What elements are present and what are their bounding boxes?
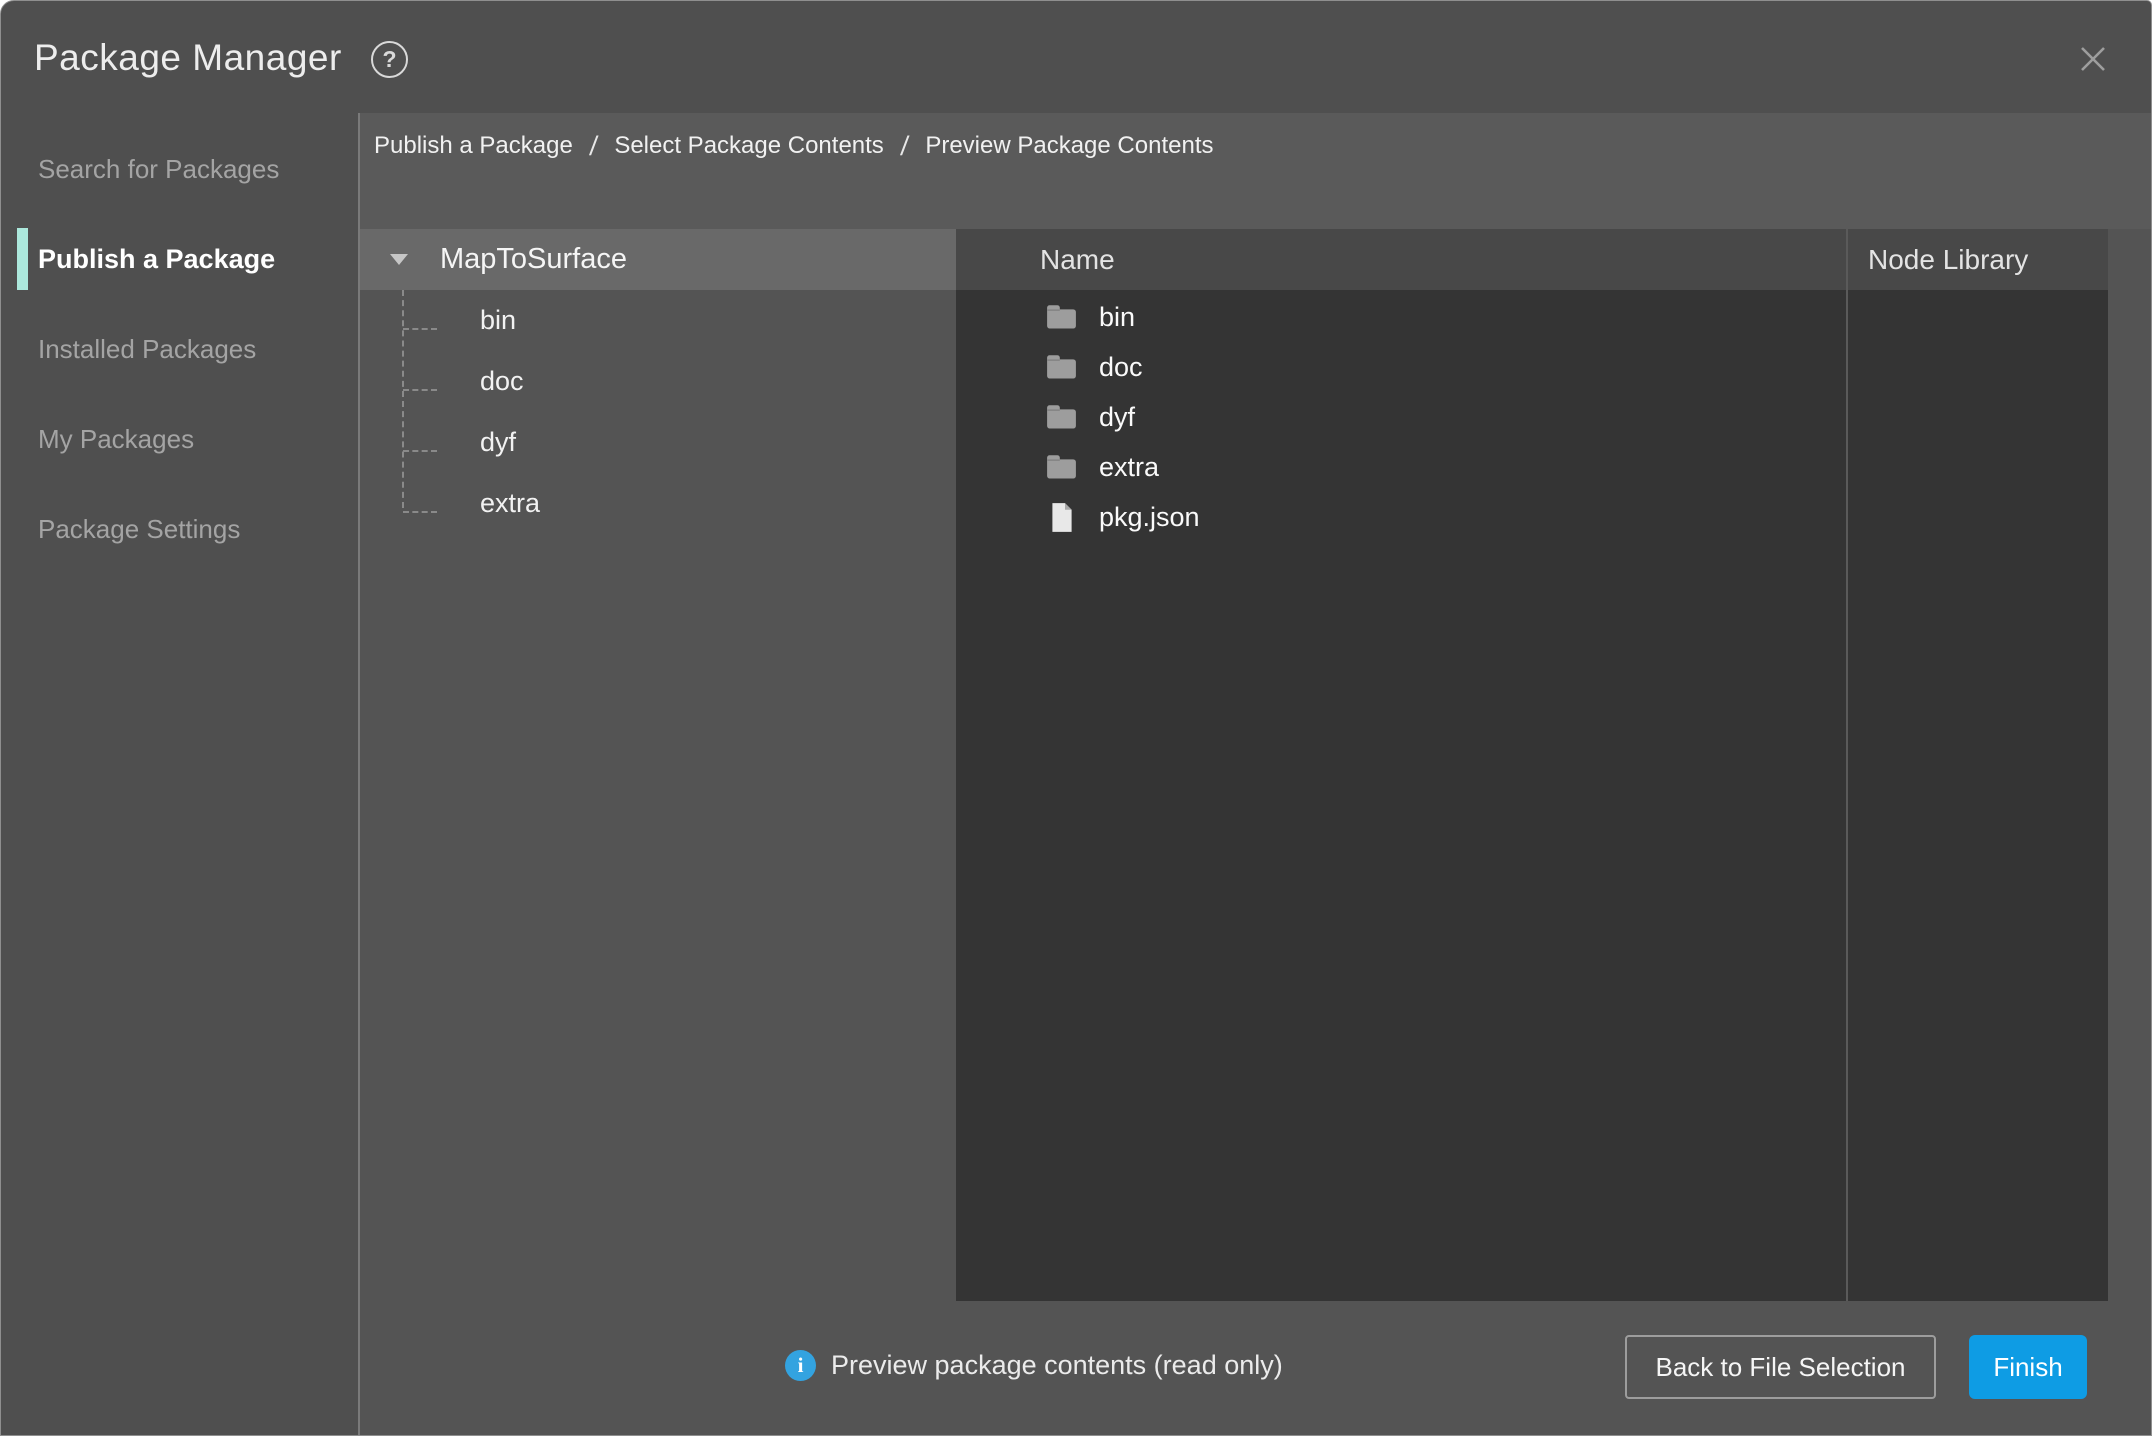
sidebar-item-label: Publish a Package	[38, 244, 275, 275]
file-name: extra	[1099, 452, 1159, 483]
file-name: pkg.json	[1099, 502, 1200, 533]
tree-guide-stub	[403, 450, 437, 452]
tree-root-label: MapToSurface	[440, 243, 627, 276]
footer-note: i Preview package contents (read only)	[785, 1350, 1283, 1381]
folder-icon	[1047, 355, 1076, 379]
sidebar-item-search-for-packages[interactable]: Search for Packages	[1, 124, 358, 214]
sidebar-item-label: Package Settings	[38, 514, 240, 545]
breadcrumb-preview-package-contents[interactable]: Preview Package Contents	[925, 126, 1213, 166]
table-row[interactable]: bin	[956, 292, 2108, 342]
table-header: Name Node Library	[956, 229, 2108, 290]
breadcrumb-bar: Publish a Package / Select Package Conte…	[360, 113, 2151, 229]
breadcrumb-select-package-contents[interactable]: Select Package Contents	[614, 126, 884, 166]
tree-item-label: bin	[480, 305, 516, 336]
tree-item-label: extra	[480, 488, 540, 519]
file-name: dyf	[1099, 402, 1135, 433]
contents-table: Name Node Library bin	[956, 229, 2108, 1301]
tree-item-dyf[interactable]: dyf	[360, 412, 956, 473]
active-accent-bar	[17, 228, 28, 290]
tree-guide-stub	[403, 511, 437, 513]
sidebar-item-publish-a-package[interactable]: Publish a Package	[1, 214, 358, 304]
file-name: bin	[1099, 302, 1135, 333]
tree-item-label: dyf	[480, 427, 516, 458]
file-name: doc	[1099, 352, 1143, 383]
content-panel: Publish a Package / Select Package Conte…	[360, 113, 2151, 1435]
sidebar-item-label: Installed Packages	[38, 334, 256, 365]
column-divider	[1846, 229, 1848, 1301]
info-icon: i	[785, 1350, 816, 1381]
breadcrumb-publish-a-package[interactable]: Publish a Package	[374, 126, 573, 166]
table-row[interactable]: dyf	[956, 392, 2108, 442]
tree-children: bin doc dyf extra	[360, 290, 956, 534]
sidebar: Search for Packages Publish a Package In…	[1, 124, 358, 574]
package-manager-window: Package Manager ? Search for Packages Pu…	[0, 0, 2152, 1436]
breadcrumb: Publish a Package / Select Package Conte…	[374, 126, 1213, 166]
file-icon	[1047, 503, 1076, 532]
sidebar-item-label: My Packages	[38, 424, 194, 455]
folder-icon	[1047, 455, 1076, 479]
folder-icon	[1047, 405, 1076, 429]
table-row[interactable]: extra	[956, 442, 2108, 492]
tree-item-doc[interactable]: doc	[360, 351, 956, 412]
help-icon[interactable]: ?	[371, 41, 408, 78]
table-body: bin doc	[956, 290, 2108, 1301]
back-to-file-selection-button[interactable]: Back to File Selection	[1625, 1335, 1936, 1399]
tree-guide-stub	[403, 389, 437, 391]
footer-note-text: Preview package contents (read only)	[831, 1350, 1283, 1381]
table-row[interactable]: doc	[956, 342, 2108, 392]
sidebar-item-label: Search for Packages	[38, 154, 279, 185]
tree-item-bin[interactable]: bin	[360, 290, 956, 351]
finish-button[interactable]: Finish	[1969, 1335, 2087, 1399]
close-icon[interactable]	[2077, 43, 2109, 75]
sidebar-item-my-packages[interactable]: My Packages	[1, 394, 358, 484]
tree-root-row[interactable]: MapToSurface	[360, 229, 956, 290]
tree-item-label: doc	[480, 366, 524, 397]
folder-icon	[1047, 305, 1076, 329]
sidebar-item-package-settings[interactable]: Package Settings	[1, 484, 358, 574]
column-header-node-library: Node Library	[1868, 244, 2028, 276]
sidebar-item-installed-packages[interactable]: Installed Packages	[1, 304, 358, 394]
table-row[interactable]: pkg.json	[956, 492, 2108, 542]
chevron-down-icon[interactable]	[390, 254, 408, 265]
breadcrumb-separator: /	[588, 126, 600, 166]
column-header-name: Name	[956, 244, 1115, 276]
tree-guide-stub	[403, 328, 437, 330]
breadcrumb-separator: /	[899, 126, 911, 166]
window-title: Package Manager	[34, 37, 342, 79]
tree-item-extra[interactable]: extra	[360, 473, 956, 534]
